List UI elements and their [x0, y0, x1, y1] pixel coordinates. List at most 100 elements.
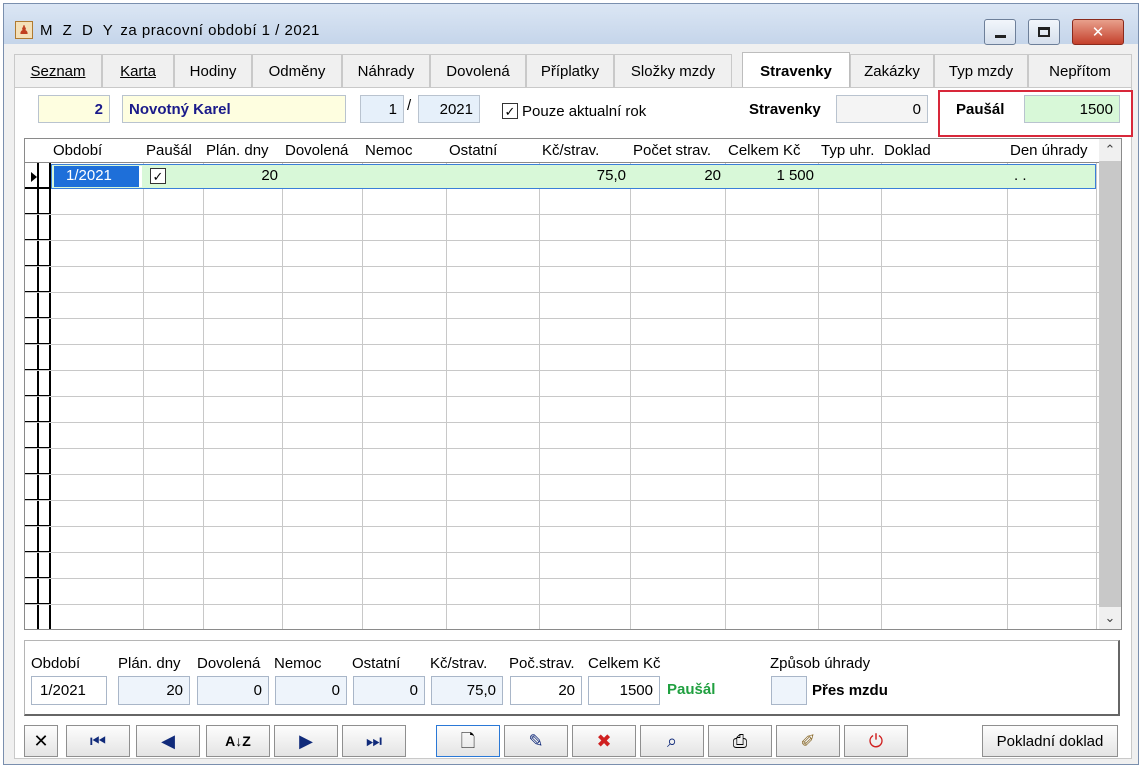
column-header-pausal[interactable]: Paušál [144, 139, 203, 163]
column-header-pocet-strav[interactable]: Počet strav. [631, 139, 725, 163]
print-icon: ⎙ [732, 731, 748, 751]
tab-hodiny[interactable]: Hodiny [174, 54, 252, 88]
column-header-dovolena[interactable]: Dovolená [283, 139, 362, 163]
tab-label: Složky mzdy [630, 63, 716, 80]
detail-nemoc-field[interactable]: 0 [275, 676, 347, 705]
tools-button[interactable]: ✐ [776, 725, 840, 757]
detail-poc-strav-field[interactable]: 20 [510, 676, 582, 705]
column-header-den-uhrady[interactable]: Den úhrady [1008, 139, 1096, 163]
tab-slozky-mzdy[interactable]: Složky mzdy [614, 54, 732, 88]
sort-button[interactable]: A↓Z [206, 725, 270, 757]
tab-karta[interactable]: Karta [102, 54, 174, 88]
column-header-obdobi[interactable]: Období [51, 139, 143, 163]
cell-kc-strav[interactable]: 75,0 [541, 165, 631, 188]
pausal-field[interactable]: 1500 [1024, 95, 1120, 123]
cell-dovolena[interactable] [284, 165, 363, 188]
column-header-nemoc[interactable]: Nemoc [363, 139, 446, 163]
detail-ostatni-field[interactable]: 0 [353, 676, 425, 705]
first-record-button[interactable]: ⏮ [66, 725, 130, 757]
pausal-label: Paušál [956, 101, 1005, 118]
checkmark-icon: ✓ [504, 103, 516, 119]
detail-label-ostatni: Ostatní [352, 655, 401, 672]
exit-button[interactable]: ⏻ [844, 725, 908, 757]
minimize-button[interactable] [984, 19, 1016, 45]
detail-plan-dny-field[interactable]: 20 [118, 676, 190, 705]
cell-ostatni[interactable] [448, 165, 540, 188]
window-title: M Z D Y za pracovní období 1 / 2021 [40, 22, 320, 39]
close-button[interactable]: ✕ [1072, 19, 1124, 45]
tab-typ-mzdy[interactable]: Typ mzdy [934, 54, 1028, 88]
tab-neprítom[interactable]: Nepřítom [1028, 54, 1132, 88]
column-header-ostatni[interactable]: Ostatní [447, 139, 539, 163]
cell-pocet-strav[interactable]: 20 [632, 165, 726, 188]
employee-name-field[interactable]: Novotný Karel [122, 95, 346, 123]
cell-obdobi[interactable]: 1/2021 [54, 166, 142, 187]
column-header-celkem-kc[interactable]: Celkem Kč [726, 139, 818, 163]
table-row[interactable]: 1/2021 ✓ 20 75,0 20 1 500 . . [51, 164, 1096, 189]
close-icon: ✕ [1091, 24, 1105, 41]
last-record-button[interactable]: ⏭ [342, 725, 406, 757]
stravenky-count-field[interactable]: 0 [836, 95, 928, 123]
pokladni-doklad-button[interactable]: Pokladní doklad [982, 725, 1118, 757]
checkmark-icon: ✓ [152, 168, 164, 184]
tab-priplatky[interactable]: Příplatky [526, 54, 614, 88]
detail-label-poc-strav: Poč.strav. [509, 655, 575, 672]
cancel-button[interactable]: ✕ [24, 725, 58, 757]
scroll-down-icon[interactable]: ⌄ [1099, 607, 1121, 629]
delete-record-button[interactable]: ✖ [572, 725, 636, 757]
cell-nemoc[interactable] [364, 165, 447, 188]
new-record-button[interactable]: 🗋 [436, 725, 500, 757]
year-field[interactable]: 2021 [418, 95, 480, 123]
window-title-main: M Z D Y [40, 22, 116, 39]
cell-doklad[interactable] [883, 165, 1008, 188]
tab-dovolena[interactable]: Dovolená [430, 54, 526, 88]
pausal-row-checkbox[interactable]: ✓ [150, 168, 166, 184]
delete-record-icon: ✖ [596, 731, 612, 751]
tab-zakazky[interactable]: Zakázky [850, 54, 934, 88]
detail-celkem-kc-field[interactable]: 1500 [588, 676, 660, 705]
grid-header-row: Období Paušál Plán. dny Dovolená Nemoc O… [25, 139, 1101, 163]
tab-stravenky[interactable]: Stravenky [742, 52, 850, 89]
column-header-doklad[interactable]: Doklad [882, 139, 1007, 163]
month-field[interactable]: 1 [360, 95, 404, 123]
next-record-button[interactable]: ▶ [274, 725, 338, 757]
cell-den-uhrady[interactable]: . . [1009, 165, 1097, 188]
cell-pausal[interactable]: ✓ [145, 165, 204, 188]
grid-vertical-scrollbar[interactable]: ⌃ ⌄ [1099, 139, 1121, 629]
maximize-button[interactable] [1028, 19, 1060, 45]
print-button[interactable]: ⎙ [708, 725, 772, 757]
cell-typ-uhr[interactable] [820, 165, 882, 188]
edit-record-button[interactable]: ✎ [504, 725, 568, 757]
column-header-kc-strav[interactable]: Kč/strav. [540, 139, 630, 163]
current-year-only-checkbox[interactable]: ✓ [502, 103, 518, 119]
previous-record-icon: ◀ [161, 731, 175, 751]
tab-label: Náhrady [357, 63, 415, 80]
tab-label: Karta [120, 63, 156, 80]
cancel-icon: ✕ [33, 731, 49, 751]
employee-number-field[interactable]: 2 [38, 95, 110, 123]
tab-nahrady[interactable]: Náhrady [342, 54, 430, 88]
column-header-plan-dny[interactable]: Plán. dny [204, 139, 282, 163]
stravenky-label: Stravenky [749, 101, 821, 118]
power-icon: ⏻ [868, 731, 884, 751]
title-bar: ♟ M Z D Y za pracovní období 1 / 2021 ✕ [4, 4, 1138, 45]
scroll-up-icon[interactable]: ⌃ [1099, 139, 1121, 161]
cell-plan-dny[interactable]: 20 [205, 165, 283, 188]
detail-label-zpusob-uhrady: Způsob úhrady [770, 655, 871, 672]
tab-seznam[interactable]: Seznam [14, 54, 102, 88]
new-document-icon: 🗋 [460, 731, 476, 751]
detail-zpusob-uhrady-field[interactable] [771, 676, 807, 705]
window-title-rest: za pracovní období 1 / 2021 [120, 22, 320, 39]
detail-kc-strav-field[interactable]: 75,0 [431, 676, 503, 705]
tab-label: Dovolená [446, 63, 510, 80]
cell-celkem-kc[interactable]: 1 500 [727, 165, 819, 188]
main-window: ♟ M Z D Y za pracovní období 1 / 2021 ✕ … [3, 3, 1139, 765]
previous-record-button[interactable]: ◀ [136, 725, 200, 757]
detail-obdobi-field[interactable]: 1/2021 [31, 676, 107, 705]
column-header-typ-uhr[interactable]: Typ uhr. [819, 139, 881, 163]
detail-dovolena-field[interactable]: 0 [197, 676, 269, 705]
find-button[interactable]: ⌕ [640, 725, 704, 757]
find-icon: ⌕ [666, 731, 678, 751]
tab-odmeny[interactable]: Odměny [252, 54, 342, 88]
tab-label: Stravenky [760, 62, 832, 80]
